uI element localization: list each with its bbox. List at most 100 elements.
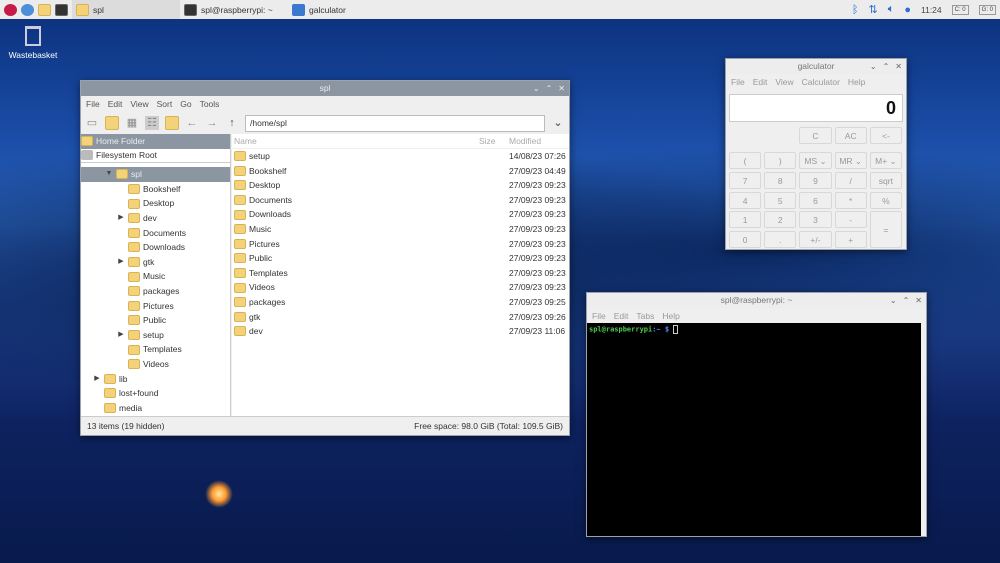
clock[interactable]: 11:24 — [921, 5, 942, 15]
menu-sort[interactable]: Sort — [157, 99, 173, 109]
menu-view[interactable]: View — [775, 77, 793, 87]
up-icon[interactable]: ↑ — [225, 116, 239, 130]
calc-button[interactable]: +/- — [799, 231, 832, 249]
calc-button[interactable]: 2 — [764, 211, 797, 229]
icon-view-icon[interactable]: ▦ — [125, 116, 139, 130]
maximize-button[interactable]: ⌃ — [883, 59, 890, 74]
raspberry-menu-icon[interactable] — [4, 3, 17, 16]
tree-item[interactable]: ▶ setup — [81, 328, 230, 343]
calc-button[interactable]: * — [834, 191, 867, 209]
menu-help[interactable]: Help — [662, 311, 679, 321]
calc-button[interactable]: ) — [764, 152, 797, 169]
calc-button[interactable]: + — [834, 231, 867, 249]
file-row[interactable]: gtk 27/09/23 09:26 — [232, 310, 569, 325]
tree-item[interactable]: media — [81, 401, 230, 416]
tree-item[interactable]: lost+found — [81, 386, 230, 401]
tree-item[interactable]: Videos — [81, 357, 230, 372]
file-row[interactable]: Public 27/09/23 09:23 — [232, 251, 569, 266]
menu-tabs[interactable]: Tabs — [636, 311, 654, 321]
minimize-button[interactable]: ⌄ — [890, 293, 897, 308]
file-row[interactable]: Videos 27/09/23 09:23 — [232, 280, 569, 295]
expand-arrow-icon[interactable]: ▶ — [117, 211, 125, 226]
calc-button[interactable]: sqrt — [869, 171, 902, 189]
tree-item[interactable]: ▶ gtk — [81, 255, 230, 270]
terminal-screen[interactable]: spl@raspberrypi:~ $ — [587, 323, 921, 536]
file-row[interactable]: Bookshelf 27/09/23 04:49 — [232, 164, 569, 179]
close-button[interactable]: ✕ — [558, 81, 565, 96]
task-spl[interactable]: spl — [72, 0, 180, 19]
menu-tools[interactable]: Tools — [200, 99, 220, 109]
expand-arrow-icon[interactable]: ▶ — [117, 255, 125, 270]
sidebar-item-home[interactable]: Home Folder — [81, 134, 230, 149]
calc-button[interactable]: / — [834, 171, 867, 189]
tree-item[interactable]: Documents — [81, 226, 230, 241]
microphone-icon[interactable]: ● — [904, 4, 911, 16]
calc-button[interactable]: % — [869, 191, 902, 209]
menu-edit[interactable]: Edit — [108, 99, 123, 109]
minimize-button[interactable]: ⌄ — [870, 59, 877, 74]
expand-arrow-icon[interactable]: ▶ — [117, 328, 125, 343]
tree-item[interactable]: ▼ spl — [81, 167, 230, 182]
file-row[interactable]: packages 27/09/23 09:25 — [232, 295, 569, 310]
list-view-icon[interactable]: ☷ — [145, 116, 159, 130]
file-manager-launcher-icon[interactable] — [38, 3, 51, 16]
file-row[interactable]: setup 14/08/23 07:26 — [232, 149, 569, 164]
calc-button[interactable]: 0 — [729, 231, 762, 249]
file-row[interactable]: Templates 27/09/23 09:23 — [232, 266, 569, 281]
bluetooth-icon[interactable]: ᛒ — [852, 4, 859, 16]
terminal-launcher-icon[interactable] — [55, 3, 68, 16]
expanded-arrow-icon[interactable]: ▼ — [105, 167, 113, 182]
calc-button[interactable]: C — [799, 127, 832, 144]
menu-help[interactable]: Help — [848, 77, 865, 87]
calc-button[interactable]: AC — [834, 127, 867, 144]
task-terminal[interactable]: spl@raspberrypi: ~ — [180, 0, 288, 19]
calc-button[interactable]: 8 — [764, 171, 797, 189]
sidebar-item-root[interactable]: Filesystem Root — [81, 149, 230, 164]
wastebasket[interactable]: Wastebasket — [6, 26, 60, 60]
tree-item[interactable]: ▶ lib — [81, 372, 230, 387]
column-modified[interactable]: Modified — [509, 134, 569, 148]
calc-button[interactable]: 7 — [729, 171, 762, 189]
task-galculator[interactable]: galculator — [288, 0, 350, 19]
tree-item[interactable]: Public — [81, 313, 230, 328]
menu-file[interactable]: File — [592, 311, 606, 321]
menu-go[interactable]: Go — [180, 99, 191, 109]
menu-view[interactable]: View — [130, 99, 148, 109]
maximize-button[interactable]: ⌃ — [546, 81, 553, 96]
column-size[interactable]: Size — [479, 134, 509, 148]
calc-button[interactable]: 9 — [799, 171, 832, 189]
expand-arrow-icon[interactable]: ▶ — [93, 372, 101, 387]
calc-button[interactable]: 4 — [729, 191, 762, 209]
tree-item[interactable]: Templates — [81, 342, 230, 357]
menu-edit[interactable]: Edit — [614, 311, 629, 321]
calc-button[interactable]: M+ ⌄ — [869, 152, 902, 169]
file-row[interactable]: Desktop 27/09/23 09:23 — [232, 178, 569, 193]
network-icon[interactable]: ⇅ — [869, 3, 878, 16]
calc-button[interactable]: 5 — [764, 191, 797, 209]
new-window-icon[interactable]: ▭ — [85, 116, 99, 130]
back-icon[interactable]: ← — [185, 116, 199, 130]
forward-icon[interactable]: → — [205, 116, 219, 130]
title-bar[interactable]: spl ⌄ ⌃ ✕ — [81, 81, 569, 96]
menu-calculator[interactable]: Calculator — [802, 77, 840, 87]
file-row[interactable]: Documents 27/09/23 09:23 — [232, 193, 569, 208]
calc-button[interactable]: MS ⌄ — [799, 152, 832, 169]
home-icon[interactable] — [165, 116, 179, 130]
path-input[interactable]: /home/spl — [245, 114, 545, 132]
tree-item[interactable]: Desktop — [81, 196, 230, 211]
tree-item[interactable]: packages — [81, 284, 230, 299]
browser-icon[interactable] — [21, 3, 34, 16]
volume-icon[interactable]: 🔈︎ — [888, 3, 895, 16]
minimize-button[interactable]: ⌄ — [533, 81, 540, 96]
menu-edit[interactable]: Edit — [753, 77, 768, 87]
file-row[interactable]: dev 27/09/23 11:06 — [232, 324, 569, 339]
menu-file[interactable]: File — [731, 77, 745, 87]
calc-button[interactable]: 6 — [799, 191, 832, 209]
close-button[interactable]: ✕ — [895, 59, 902, 74]
menu-file[interactable]: File — [86, 99, 100, 109]
new-folder-icon[interactable] — [105, 116, 119, 130]
file-row[interactable]: Pictures 27/09/23 09:23 — [232, 237, 569, 252]
calc-button[interactable]: 1 — [729, 211, 762, 229]
file-row[interactable]: Music 27/09/23 09:23 — [232, 222, 569, 237]
file-row[interactable]: Downloads 27/09/23 09:23 — [232, 207, 569, 222]
